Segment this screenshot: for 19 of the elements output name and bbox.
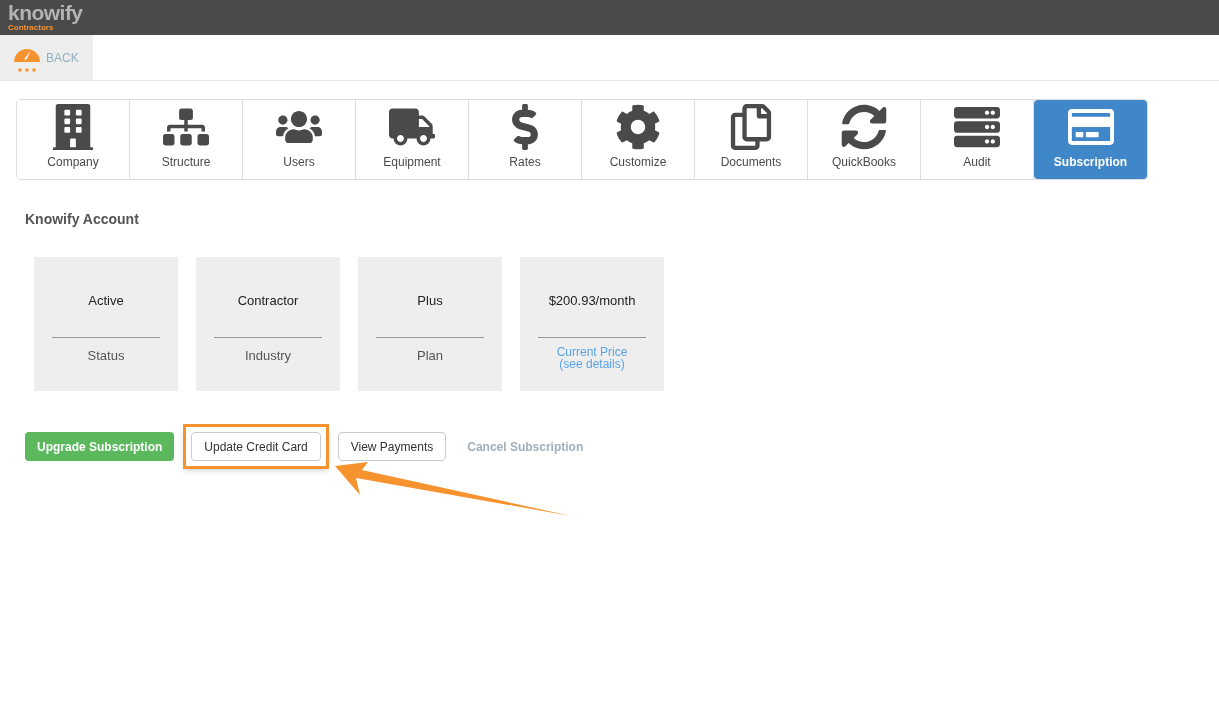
card-value: Active <box>88 292 124 310</box>
sync-icon <box>841 104 887 150</box>
server-icon <box>954 104 1000 150</box>
card-value: Plus <box>417 292 443 310</box>
nav-tab[interactable]: Subscription <box>1034 100 1147 179</box>
card-label: Plan <box>417 346 443 365</box>
logo-wordmark[interactable]: knowify <box>8 3 1219 23</box>
nav-tab[interactable]: Company <box>17 100 130 179</box>
building-icon <box>50 104 96 150</box>
card-label: Industry <box>244 346 292 365</box>
action-button[interactable]: Update Credit Card <box>191 432 321 461</box>
card-value: Contractor <box>237 292 299 310</box>
settings-icon <box>615 104 661 150</box>
card-label: Status <box>87 346 125 365</box>
card-value: $200.93/month <box>548 292 636 310</box>
documents-icon <box>728 104 774 150</box>
action-button[interactable]: View Payments <box>337 432 447 461</box>
logo-tagline: Contractors <box>8 23 54 32</box>
section-title: Knowify Account <box>25 210 139 229</box>
